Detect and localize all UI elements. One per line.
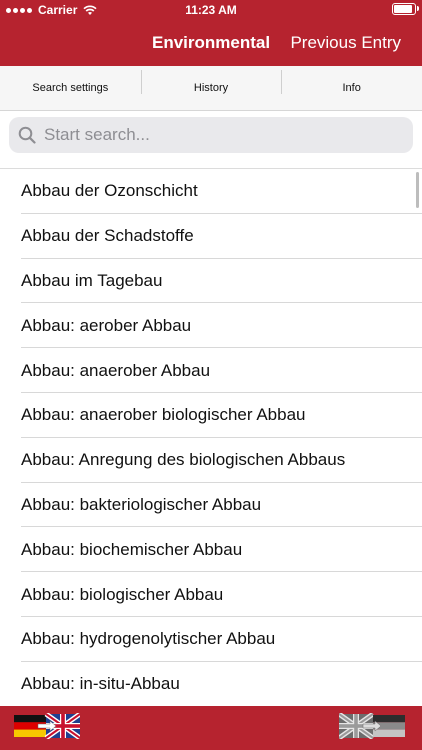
list-item-label: Abbau: Anregung des biologischen Abbaus: [21, 450, 346, 470]
flag-en-to-de-icon[interactable]: [339, 713, 405, 739]
list-item-label: Abbau: aerober Abbau: [21, 315, 192, 335]
search-icon: [18, 126, 36, 144]
list-item[interactable]: Abbau: bakteriologischer Abbau: [0, 483, 422, 528]
list-item-label: Abbau: in-situ-Abbau: [21, 674, 180, 694]
info-button[interactable]: Info: [281, 70, 422, 94]
list-item[interactable]: Abbau: biologischer Abbau: [0, 572, 422, 617]
list-item[interactable]: Abbau der Ozonschicht: [0, 169, 422, 214]
list-item[interactable]: Abbau: anaerober biologischer Abbau: [0, 393, 422, 438]
list-item-label: Abbau: biologischer Abbau: [21, 584, 224, 604]
search-input[interactable]: [42, 124, 386, 146]
list-item[interactable]: Abbau der Schadstoffe: [0, 214, 422, 259]
list-item[interactable]: Abbau: hydrogenolytischer Abbau: [0, 617, 422, 662]
entry-list: Abbau der Ozonschicht Abbau der Schadsto…: [0, 168, 422, 709]
list-item-label: Abbau: biochemischer Abbau: [21, 539, 243, 559]
list-item-label: Abbau: bakteriologischer Abbau: [21, 494, 262, 514]
search-bar: [9, 117, 413, 153]
top-bar: Carrier 11:23 AM Environmental Previous …: [0, 0, 422, 66]
list-item-label: Abbau im Tagebau: [21, 270, 163, 290]
segment-toolbar: Search settings History Info: [0, 66, 422, 111]
list-item-label: Abbau: anaerober Abbau: [21, 360, 211, 380]
scrollbar[interactable]: [416, 172, 419, 208]
list-item-label: Abbau der Ozonschicht: [21, 181, 198, 201]
bottom-bar: [0, 706, 422, 750]
list-item[interactable]: Abbau im Tagebau: [0, 259, 422, 304]
list-item-label: Abbau: anaerober biologischer Abbau: [21, 405, 306, 425]
nav-title-tab[interactable]: Environmental: [152, 33, 270, 53]
status-bar: Carrier 11:23 AM: [0, 0, 422, 22]
list-item[interactable]: Abbau: aerober Abbau: [0, 303, 422, 348]
list-item-label: Abbau: hydrogenolytischer Abbau: [21, 629, 276, 649]
flag-de-to-en-icon[interactable]: [14, 713, 80, 739]
history-button[interactable]: History: [140, 70, 282, 94]
list-item[interactable]: Abbau: in-situ-Abbau: [0, 662, 422, 707]
previous-entry-button[interactable]: Previous Entry: [290, 33, 401, 53]
search-settings-button[interactable]: Search settings: [0, 82, 141, 94]
battery-area: [392, 3, 419, 15]
list-item[interactable]: Abbau: biochemischer Abbau: [0, 527, 422, 572]
list-item-label: Abbau der Schadstoffe: [21, 226, 194, 246]
list-item[interactable]: Abbau: anaerober Abbau: [0, 348, 422, 393]
battery-icon: [392, 3, 419, 15]
list-item[interactable]: Abbau: Anregung des biologischen Abbaus: [0, 438, 422, 483]
status-time: 11:23 AM: [185, 3, 237, 17]
